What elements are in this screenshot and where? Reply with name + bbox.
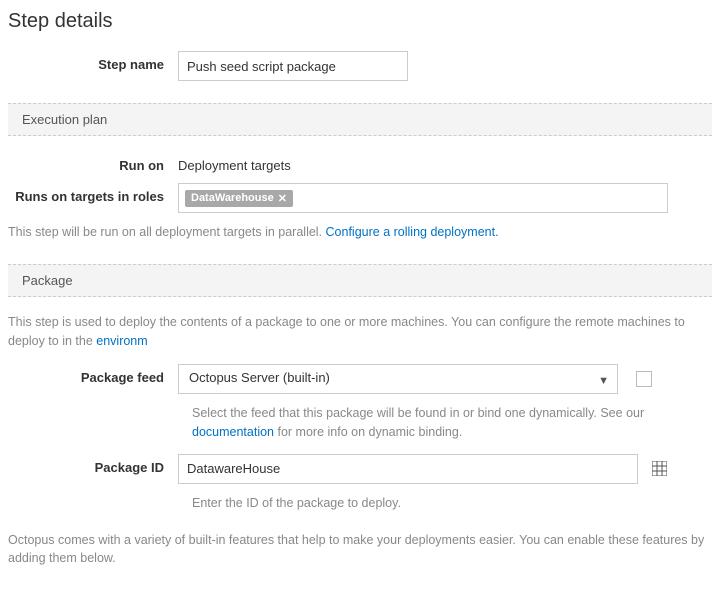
package-feed-help: Select the feed that this package will b… [192, 404, 652, 442]
roles-label: Runs on targets in roles [8, 183, 178, 204]
section-execution-plan: Execution plan [8, 103, 712, 136]
package-feed-bind-toggle[interactable] [636, 371, 652, 387]
environments-link[interactable]: environm [96, 334, 147, 348]
package-description: This step is used to deploy the contents… [8, 313, 712, 351]
section-package: Package [8, 264, 712, 297]
package-browse-icon[interactable] [652, 461, 667, 476]
execution-help-text: This step will be run on all deployment … [8, 223, 712, 242]
role-tag-remove-icon[interactable]: ✕ [278, 192, 287, 205]
rolling-deploy-link[interactable]: Configure a rolling deployment. [326, 225, 499, 239]
role-tag[interactable]: DataWarehouse ✕ [185, 190, 293, 207]
run-on-value: Deployment targets [178, 152, 712, 173]
documentation-link[interactable]: documentation [192, 425, 274, 439]
step-name-label: Step name [8, 51, 178, 72]
chevron-down-icon: ▼ [598, 375, 609, 387]
package-feed-label: Package feed [8, 364, 178, 385]
features-description: Octopus comes with a variety of built-in… [8, 531, 712, 569]
package-id-help: Enter the ID of the package to deploy. [192, 494, 652, 513]
run-on-label: Run on [8, 152, 178, 173]
roles-input[interactable]: DataWarehouse ✕ [178, 183, 668, 213]
step-name-input[interactable] [178, 51, 408, 81]
role-tag-label: DataWarehouse [191, 192, 274, 204]
package-feed-select[interactable]: Octopus Server (built-in) ▼ [178, 364, 618, 394]
package-feed-selected: Octopus Server (built-in) [189, 370, 330, 385]
page-title: Step details [8, 10, 712, 33]
package-id-input[interactable] [178, 454, 638, 484]
package-id-label: Package ID [8, 454, 178, 475]
